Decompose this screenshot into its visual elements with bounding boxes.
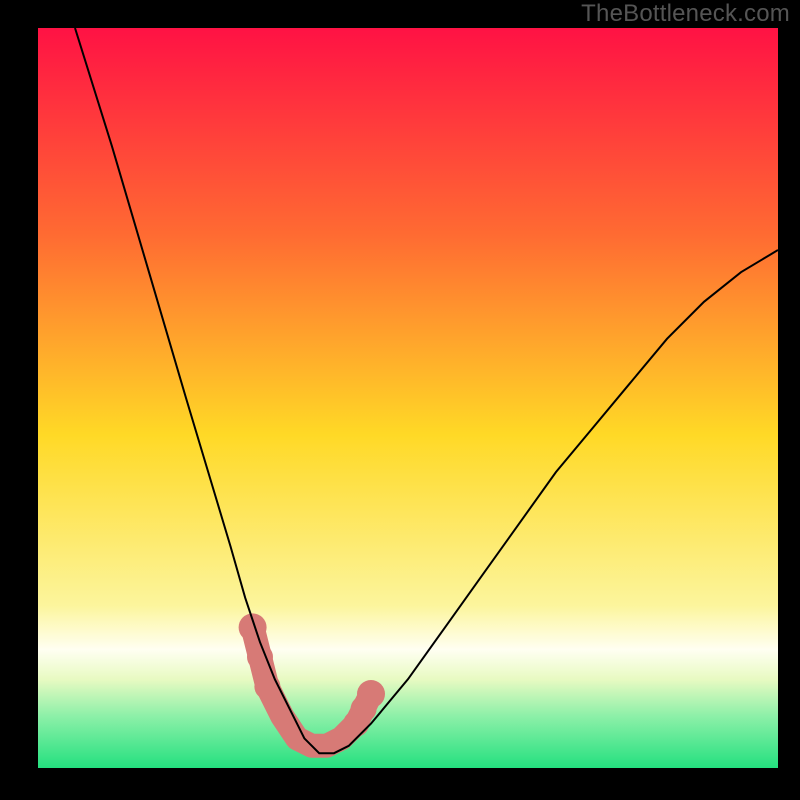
band-bead (254, 674, 280, 700)
watermark-text: TheBottleneck.com (581, 0, 790, 28)
chart-svg (38, 28, 778, 768)
band-bead (351, 696, 377, 722)
chart-frame: TheBottleneck.com (0, 0, 800, 800)
gradient-rect (38, 28, 778, 768)
plot-area (38, 28, 778, 768)
